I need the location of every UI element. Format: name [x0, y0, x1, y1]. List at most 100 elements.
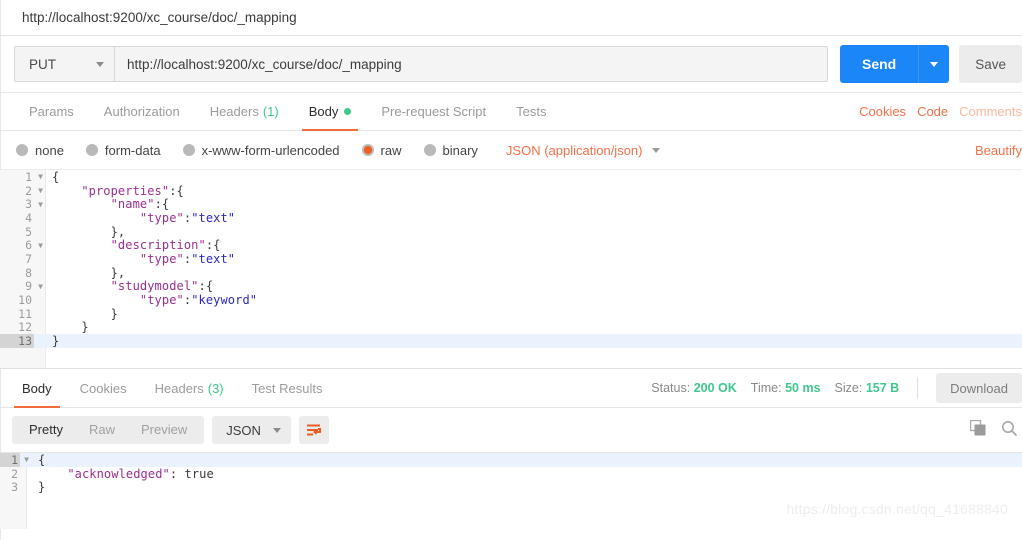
code-text: "properties":{	[81, 183, 184, 198]
line-number: 3	[25, 197, 32, 212]
radio-icon	[85, 144, 98, 156]
body-type-label: binary	[442, 142, 478, 158]
code-text: }	[52, 334, 60, 349]
fold-arrow-icon[interactable]: ▼	[34, 280, 47, 293]
http-method-value: PUT	[29, 56, 56, 72]
response-format-select[interactable]: JSON	[212, 416, 291, 444]
line-number: 5	[25, 224, 32, 239]
body-type-row: none form-data x-www-form-urlencoded raw bin…	[0, 131, 1022, 170]
request-section-tabs: Params Authorization Headers (1) Body Pre-req…	[0, 93, 1022, 131]
response-view-preview[interactable]: Preview	[128, 416, 200, 444]
request-tab-pre-request-script[interactable]: Pre-request Script	[366, 93, 501, 130]
response-tab-body[interactable]: Body	[8, 369, 66, 408]
beautify-button[interactable]: Beautify	[975, 143, 1022, 158]
save-button[interactable]: Save	[959, 45, 1022, 83]
body-modified-dot-icon	[344, 108, 352, 115]
request-tab-tests[interactable]: Tests	[501, 93, 561, 130]
tab-label: Pre-request Script	[381, 104, 487, 119]
code-line: 10 "type":"keyword"	[0, 293, 1022, 307]
url-bar: PUT http://localhost:9200/xc_course/doc/…	[0, 36, 1022, 93]
code-line: 1 ▼ {	[0, 170, 1022, 184]
send-options-button[interactable]	[918, 45, 950, 83]
chevron-down-icon	[95, 61, 104, 67]
response-view-raw[interactable]: Raw	[76, 416, 128, 444]
status-value: 200 OK	[693, 381, 737, 395]
time-label: Time: 50 ms	[750, 381, 821, 395]
code-text: }	[38, 480, 46, 495]
code-line: 11 }	[0, 307, 1022, 321]
response-body-editor[interactable]: 1 ▼{2 "acknowledged": true 3} https://blog…	[0, 452, 1022, 529]
fold-arrow-icon[interactable]: ▼	[34, 184, 47, 197]
word-wrap-icon	[306, 424, 321, 436]
status-label: Status: 200 OK	[651, 381, 737, 395]
code-line: 3 ▼ "name":{	[0, 197, 1022, 211]
response-toolbar: Pretty Raw Preview JSON	[0, 408, 1022, 452]
request-tab-params[interactable]: Params	[14, 93, 89, 130]
body-type-raw[interactable]: raw	[361, 143, 402, 158]
line-number: 3	[11, 480, 18, 495]
fold-arrow-icon[interactable]: ▼	[20, 453, 33, 466]
content-type-select[interactable]: JSON (application/json)	[506, 143, 661, 158]
code-text: "type":"text"	[139, 210, 236, 225]
fold-arrow-icon[interactable]: ▼	[34, 239, 47, 252]
line-number: 8	[25, 265, 32, 280]
code-line: 5 },	[0, 225, 1022, 239]
send-button[interactable]: Send	[839, 45, 919, 83]
request-tab-title[interactable]: http://localhost:9200/xc_course/doc/_map…	[0, 1, 311, 35]
request-body-editor[interactable]: 1 ▼{2 ▼ "properties":{3 ▼ "name":{4 "type":…	[0, 170, 1022, 369]
line-number: 1	[0, 453, 20, 467]
response-toolbar-actions	[969, 419, 1022, 440]
body-type-x-www-form-urlencoded[interactable]: x-www-form-urlencoded	[182, 142, 340, 158]
radio-icon	[182, 144, 195, 156]
response-section-tabs: Body Cookies Headers (3) Test Results Status…	[0, 369, 1022, 408]
chevron-down-icon	[930, 61, 939, 67]
response-tab-test-results[interactable]: Test Results	[238, 369, 337, 407]
line-number: 10	[18, 293, 32, 308]
request-action-cookies[interactable]: Cookies	[859, 104, 906, 119]
line-number: 13	[0, 334, 34, 349]
line-number: 9	[25, 279, 32, 294]
request-action-code[interactable]: Code	[917, 104, 948, 119]
request-tab-authorization[interactable]: Authorization	[89, 93, 195, 130]
response-view-toggle: Pretty Raw Preview	[12, 416, 205, 444]
body-type-form-data[interactable]: form-data	[85, 142, 161, 158]
fold-arrow-icon[interactable]: ▼	[34, 198, 47, 211]
body-type-binary[interactable]: binary	[423, 142, 478, 158]
request-tab-body[interactable]: Body	[294, 93, 367, 131]
code-text: "studymodel":{	[110, 279, 214, 294]
body-type-none[interactable]: none	[16, 143, 64, 158]
size-value: 157 B	[865, 381, 900, 395]
copy-button[interactable]	[969, 419, 987, 440]
code-text: },	[110, 224, 126, 239]
request-action-comments[interactable]: Comments	[959, 104, 1022, 119]
code-text: "description":{	[110, 238, 221, 253]
word-wrap-button[interactable]	[298, 416, 329, 444]
response-view-pretty[interactable]: Pretty	[16, 416, 76, 444]
body-type-label: none	[35, 142, 64, 158]
request-tab-headers[interactable]: Headers (1)	[195, 93, 294, 130]
http-method-select[interactable]: PUT	[14, 46, 114, 82]
watermark: https://blog.csdn.net/qq_41688840	[786, 501, 1008, 517]
response-tab-cookies[interactable]: Cookies	[66, 369, 141, 407]
response-tab-headers[interactable]: Headers (3)	[141, 369, 238, 407]
code-line: 12 }	[0, 320, 1022, 334]
chevron-down-icon	[652, 147, 661, 153]
body-type-label: x-www-form-urlencoded	[201, 142, 340, 158]
code-line: 4 "type":"text"	[0, 211, 1022, 225]
tab-label: Cookies	[79, 380, 127, 396]
url-input[interactable]: http://localhost:9200/xc_course/doc/_map…	[113, 46, 828, 82]
search-button[interactable]	[1001, 420, 1018, 440]
line-number: 11	[18, 306, 32, 321]
code-line: 1 ▼ {	[0, 453, 1022, 467]
tab-label: Params	[29, 104, 74, 119]
tab-label: Test Results	[251, 380, 323, 396]
header-count-badge: (1)	[262, 104, 279, 119]
fold-arrow-icon[interactable]: ▼	[34, 170, 47, 183]
tab-label: Headers	[209, 104, 259, 119]
code-text: {	[52, 170, 60, 184]
code-text: {	[38, 452, 46, 467]
tab-label: Tests	[516, 104, 547, 119]
body-type-label: form-data	[104, 142, 161, 158]
header-count-badge: (3)	[207, 380, 224, 396]
download-button[interactable]: Download	[936, 373, 1022, 403]
